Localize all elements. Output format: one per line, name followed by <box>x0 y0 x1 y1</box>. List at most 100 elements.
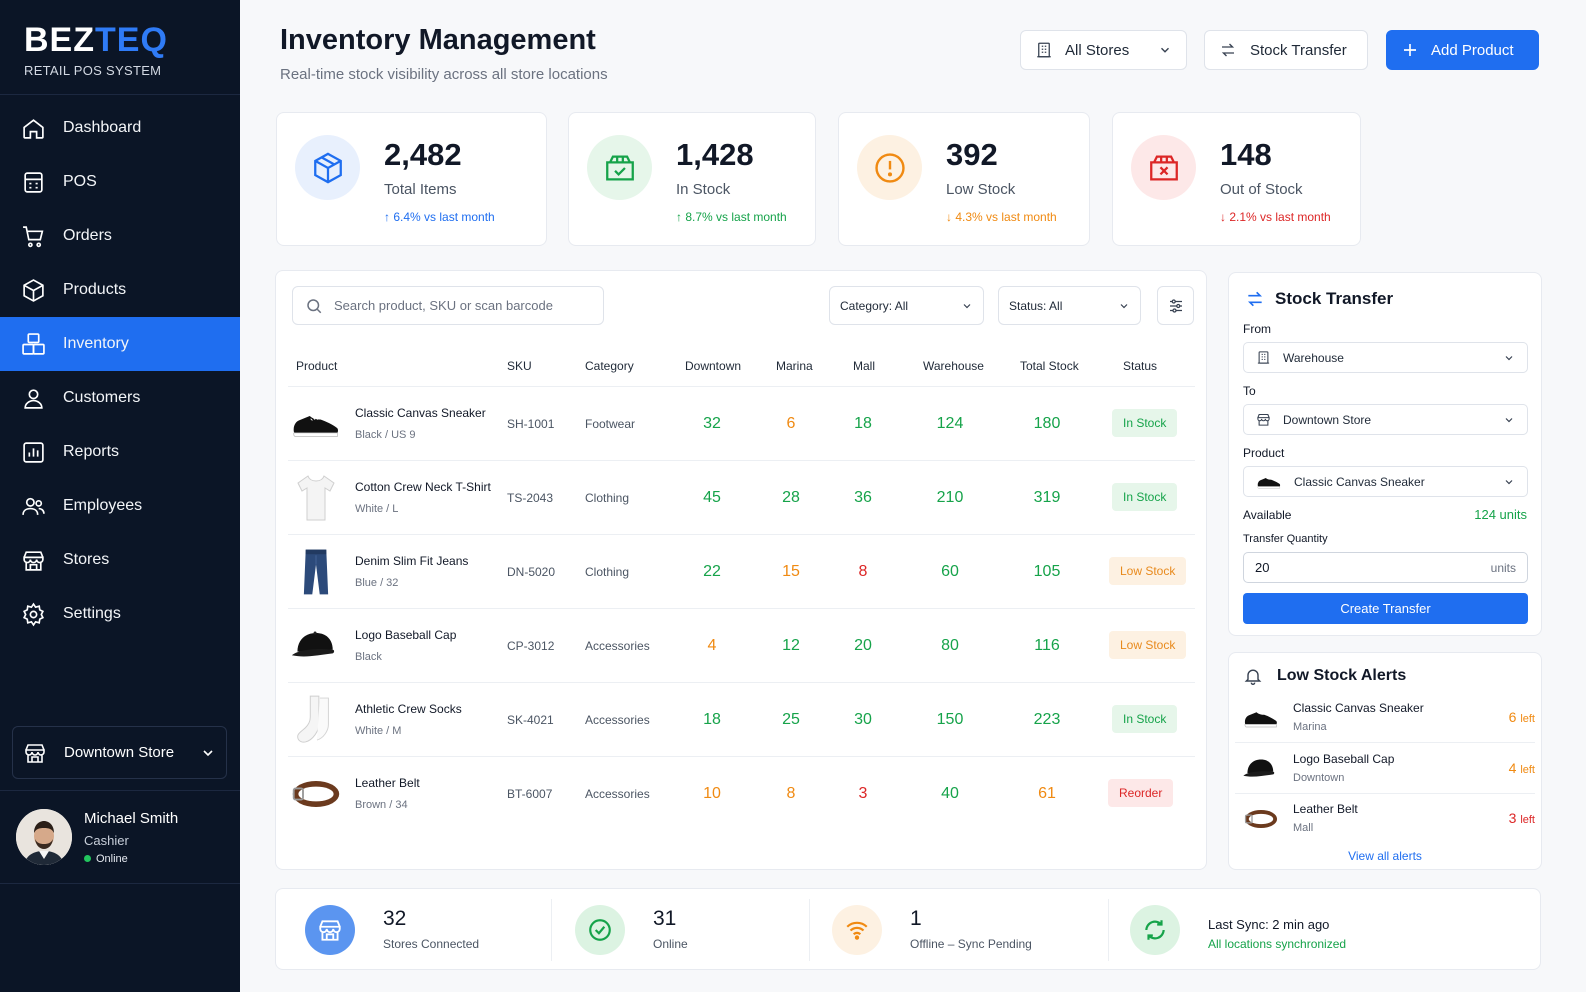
category-cell: Accessories <box>585 713 650 727</box>
product-name[interactable]: Classic Canvas Sneaker <box>355 406 486 420</box>
add-product-button[interactable]: Add Product <box>1386 30 1539 70</box>
kpi-total-items[interactable]: 2,482 Total Items ↑ 6.4% vs last month <box>276 112 547 246</box>
product-image-sneaker <box>288 395 344 453</box>
advanced-filter-button[interactable] <box>1157 286 1194 325</box>
sku-cell: SK-4021 <box>507 713 554 727</box>
all-stores-dropdown[interactable]: All Stores <box>1020 30 1187 70</box>
table-row[interactable]: Classic Canvas Sneaker Black / US 9 SH-1… <box>288 387 1195 461</box>
alert-product-name: Logo Baseball Cap <box>1293 752 1395 766</box>
search-icon <box>307 298 322 313</box>
col-header-marina[interactable]: Marina <box>776 359 813 373</box>
table-row[interactable]: Logo Baseball Cap Black CP-3012 Accessor… <box>288 609 1195 683</box>
avatar <box>16 809 72 865</box>
sidebar-item-settings[interactable]: Settings <box>0 587 240 641</box>
alerts-title-text: Low Stock Alerts <box>1277 667 1407 684</box>
chevron-down-icon <box>1505 355 1513 360</box>
product-variant: Brown / 34 <box>355 799 408 811</box>
kpi-icon-circle <box>587 135 652 200</box>
sidebar-item-stores[interactable]: Stores <box>0 533 240 587</box>
sidebar-item-dashboard[interactable]: Dashboard <box>0 101 240 155</box>
sku-cell: DN-5020 <box>507 565 556 579</box>
col-header-sku[interactable]: SKU <box>507 359 532 373</box>
status-badge: Low Stock <box>1109 557 1187 585</box>
warehouse-qty: 60 <box>941 563 959 580</box>
sync-status-bar: 32 Stores Connected 31 Online 1 Offline … <box>275 888 1541 970</box>
all-stores-label: All Stores <box>1065 41 1130 59</box>
kpi-trend-text: 6.4% vs last month <box>393 210 495 224</box>
chevron-down-icon <box>963 303 971 308</box>
kpi-low-stock[interactable]: 392 Low Stock ↓ 4.3% vs last month <box>838 112 1090 246</box>
stat-icon-circle <box>1130 905 1180 955</box>
user-profile[interactable]: Michael Smith Cashier Online <box>0 790 240 884</box>
product-select-value: Classic Canvas Sneaker <box>1294 474 1425 489</box>
search-input[interactable]: Search product, SKU or scan barcode <box>292 286 604 325</box>
product-name[interactable]: Leather Belt <box>355 776 420 790</box>
kpi-icon-circle <box>295 135 360 200</box>
store-switcher[interactable]: Downtown Store <box>12 726 227 779</box>
alert-item[interactable]: Classic Canvas Sneaker Marina 6 left <box>1235 693 1535 743</box>
product-name[interactable]: Athletic Crew Socks <box>355 702 462 716</box>
to-select[interactable]: Downtown Store <box>1243 404 1528 435</box>
create-transfer-button[interactable]: Create Transfer <box>1243 593 1528 624</box>
status-filter[interactable]: Status: All <box>998 286 1141 325</box>
warehouse-qty: 124 <box>936 415 964 432</box>
sidebar-item-inventory[interactable]: Inventory <box>0 317 240 371</box>
box-icon <box>23 278 44 302</box>
kpi-out-of-stock[interactable]: 148 Out of Stock ↓ 2.1% vs last month <box>1112 112 1361 246</box>
register-icon <box>24 171 43 193</box>
col-header-mall[interactable]: Mall <box>853 359 875 373</box>
sidebar-item-customers[interactable]: Customers <box>0 371 240 425</box>
sidebar: BEZTEQ RETAIL POS SYSTEM Dashboard POS O… <box>0 0 240 992</box>
sidebar-item-orders[interactable]: Orders <box>0 209 240 263</box>
from-select[interactable]: Warehouse <box>1243 342 1528 373</box>
total-stock-qty: 223 <box>1033 711 1061 728</box>
alert-count: 3 left <box>1509 810 1535 826</box>
col-header-warehouse[interactable]: Warehouse <box>923 359 984 373</box>
product-name[interactable]: Cotton Crew Neck T-Shirt <box>355 480 491 494</box>
warehouse-qty: 150 <box>936 711 964 728</box>
downtown-qty: 45 <box>703 489 721 506</box>
store-switcher-label: Downtown Store <box>64 744 175 761</box>
col-header-total-stock[interactable]: Total Stock <box>1020 359 1079 373</box>
kpi-label: Out of Stock <box>1220 181 1303 198</box>
table-row[interactable]: Cotton Crew Neck T-Shirt White / L TS-20… <box>288 461 1195 535</box>
box-x-icon <box>1149 155 1178 180</box>
kpi-in-stock[interactable]: 1,428 In Stock ↑ 8.7% vs last month <box>568 112 816 246</box>
sliders-icon <box>1169 298 1182 313</box>
table-row[interactable]: Denim Slim Fit Jeans Blue / 32 DN-5020 C… <box>288 535 1195 609</box>
sidebar-item-employees[interactable]: Employees <box>0 479 240 533</box>
stat-value: 32 <box>383 907 407 930</box>
table-row[interactable]: Athletic Crew Socks White / M SK-4021 Ac… <box>288 683 1195 757</box>
product-name[interactable]: Denim Slim Fit Jeans <box>355 554 468 568</box>
total-stock-qty: 180 <box>1033 415 1061 432</box>
downtown-qty: 32 <box>703 415 721 432</box>
col-header-status[interactable]: Status <box>1123 359 1157 373</box>
sidebar-item-products[interactable]: Products <box>0 263 240 317</box>
alert-location: Mall <box>1293 822 1314 834</box>
table-row[interactable]: Leather Belt Brown / 34 BT-6007 Accessor… <box>288 757 1195 831</box>
stock-transfer-title: Stock Transfer <box>1245 289 1393 309</box>
col-header-downtown[interactable]: Downtown <box>685 359 741 373</box>
kpi-icon-circle <box>1131 135 1196 200</box>
sidebar-item-label: Employees <box>63 497 143 514</box>
sidebar-item-reports[interactable]: Reports <box>0 425 240 479</box>
alert-item[interactable]: Logo Baseball Cap Downtown 4 left <box>1235 744 1535 794</box>
add-product-label: Add Product <box>1431 41 1514 59</box>
view-all-alerts-link[interactable]: View all alerts <box>1229 849 1541 863</box>
product-select[interactable]: Classic Canvas Sneaker <box>1243 466 1528 497</box>
alert-item[interactable]: Leather Belt Mall 3 left <box>1235 794 1535 844</box>
arrow-up-icon: ↑ <box>676 210 686 224</box>
stock-transfer-button[interactable]: Stock Transfer <box>1204 30 1368 70</box>
col-header-product[interactable]: Product <box>296 359 337 373</box>
sidebar-item-pos[interactable]: POS <box>0 155 240 209</box>
alert-product-name: Leather Belt <box>1293 802 1358 816</box>
store-icon <box>25 743 45 763</box>
alert-product-image <box>1241 701 1281 735</box>
product-label: Product <box>1243 446 1285 460</box>
category-filter[interactable]: Category: All <box>829 286 984 325</box>
brand-logo[interactable]: BEZTEQ <box>24 22 216 58</box>
product-name[interactable]: Logo Baseball Cap <box>355 628 456 642</box>
kpi-label: Total Items <box>384 181 457 198</box>
col-header-category[interactable]: Category <box>585 359 634 373</box>
transfer-quantity-input[interactable]: 20 units <box>1243 552 1528 583</box>
